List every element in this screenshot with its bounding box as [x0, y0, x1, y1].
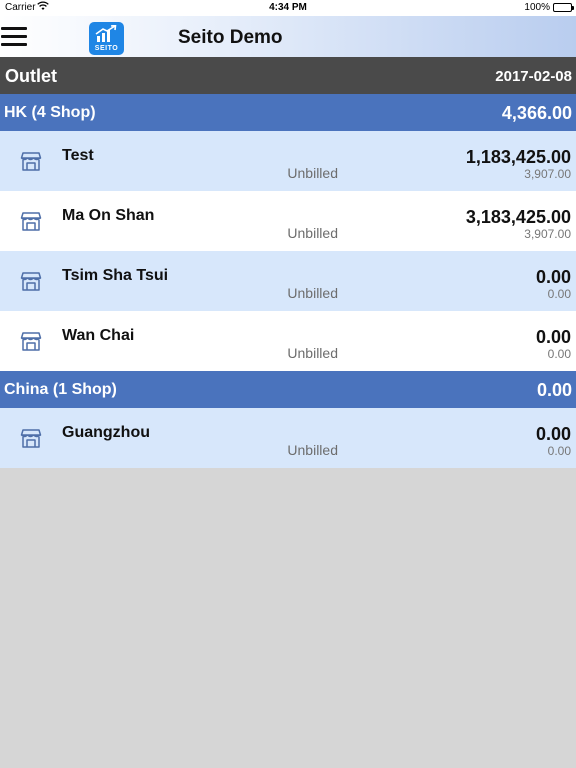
- store-icon: [20, 427, 42, 454]
- shop-sub-amount: 3,907.00: [524, 167, 571, 181]
- outlet-header: Outlet 2017-02-08: [0, 57, 576, 94]
- shop-amount: 1,183,425.00: [465, 147, 571, 167]
- logo-text: SEITO: [94, 45, 119, 52]
- shop-name: Ma On Shan: [62, 207, 155, 224]
- shop-sub-amount: 0.00: [547, 287, 571, 301]
- shop-status: Unbilled: [287, 285, 338, 301]
- battery-percentage: 100%: [524, 2, 550, 13]
- app-logo: SEITO: [89, 22, 124, 55]
- shop-amount: 0.00: [535, 424, 571, 444]
- shop-name: Test: [62, 147, 94, 164]
- battery-icon: [553, 3, 574, 12]
- page-title: Seito Demo: [178, 27, 283, 48]
- shop-amount: 0.00: [535, 327, 571, 347]
- chart-up-icon: [95, 25, 117, 42]
- report-date[interactable]: 2017-02-08: [495, 68, 572, 85]
- group-total: 0.00: [536, 380, 572, 400]
- shop-status: Unbilled: [287, 345, 338, 361]
- status-time: 4:34 PM: [269, 2, 307, 13]
- navigation-bar: SEITO Seito Demo: [0, 16, 576, 57]
- shop-row-guangzhou[interactable]: Guangzhou Unbilled 0.00 0.00: [0, 408, 576, 468]
- group-total: 4,366.00: [501, 103, 572, 123]
- shop-name: Wan Chai: [62, 327, 135, 344]
- group-name: HK (4 Shop): [4, 104, 96, 121]
- shop-name: Tsim Sha Tsui: [62, 267, 169, 284]
- shop-row-test[interactable]: Test Unbilled 1,183,425.00 3,907.00: [0, 131, 576, 191]
- store-icon: [20, 210, 42, 237]
- group-name: China (1 Shop): [4, 381, 117, 398]
- shop-amount: 3,183,425.00: [465, 207, 571, 227]
- store-icon: [20, 330, 42, 357]
- store-icon: [20, 270, 42, 297]
- shop-status: Unbilled: [287, 165, 338, 181]
- shop-sub-amount: 0.00: [547, 444, 571, 458]
- shop-row-ma-on-shan[interactable]: Ma On Shan Unbilled 3,183,425.00 3,907.0…: [0, 191, 576, 251]
- status-bar: Carrier 4:34 PM 100%: [0, 0, 576, 16]
- shop-name: Guangzhou: [62, 424, 150, 441]
- shop-amount: 0.00: [535, 267, 571, 287]
- outlet-label: Outlet: [5, 66, 57, 86]
- shop-sub-amount: 0.00: [547, 347, 571, 361]
- shop-status: Unbilled: [287, 442, 338, 458]
- hamburger-menu-icon[interactable]: [1, 27, 27, 47]
- store-icon: [20, 150, 42, 177]
- shop-row-wan-chai[interactable]: Wan Chai Unbilled 0.00 0.00: [0, 311, 576, 371]
- group-header-hk[interactable]: HK (4 Shop) 4,366.00: [0, 94, 576, 131]
- shop-status: Unbilled: [287, 225, 338, 241]
- shop-sub-amount: 3,907.00: [524, 227, 571, 241]
- group-header-china[interactable]: China (1 Shop) 0.00: [0, 371, 576, 408]
- shop-row-tsim-sha-tsui[interactable]: Tsim Sha Tsui Unbilled 0.00 0.00: [0, 251, 576, 311]
